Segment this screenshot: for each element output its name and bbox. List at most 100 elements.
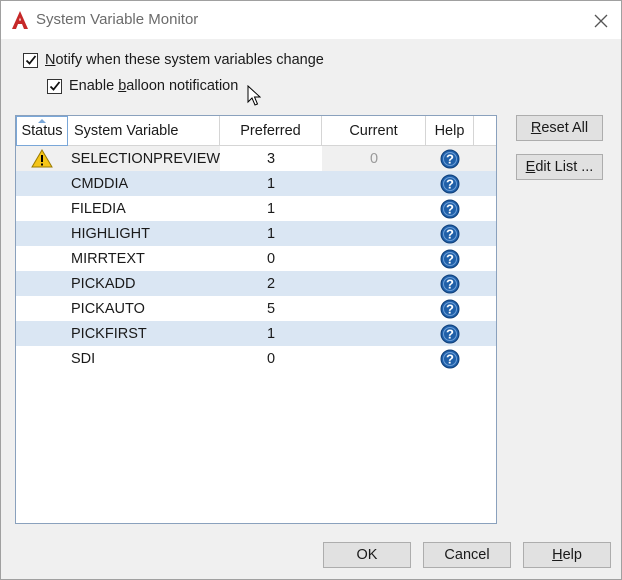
help-cell[interactable]: ? — [426, 221, 474, 246]
close-button[interactable] — [589, 9, 613, 33]
table-row[interactable]: MIRRTEXT 0 ? — [16, 246, 496, 271]
help-icon[interactable]: ? — [440, 249, 460, 269]
mouse-cursor-icon — [247, 85, 261, 106]
column-header-current[interactable]: Current — [322, 116, 426, 146]
help-cell[interactable]: ? — [426, 296, 474, 321]
autocad-app-icon — [12, 11, 28, 29]
svg-text:?: ? — [446, 351, 454, 366]
current-value — [322, 221, 426, 246]
variable-name: SDI — [71, 350, 96, 367]
svg-text:?: ? — [446, 251, 454, 266]
notify-option[interactable]: Notify when these system variables chang… — [23, 52, 324, 68]
table-body: SELECTIONPREVIEW 3 0 ? CMDDIA 1 ? FILEDI… — [16, 146, 496, 371]
svg-text:?: ? — [446, 201, 454, 216]
help-cell[interactable]: ? — [426, 246, 474, 271]
table-row[interactable]: PICKAUTO 5 ? — [16, 296, 496, 321]
current-value — [322, 246, 426, 271]
variable-name: MIRRTEXT — [71, 250, 145, 267]
table-row[interactable]: SDI 0 ? — [16, 346, 496, 371]
system-variable-table[interactable]: Status System Variable Preferred Current… — [15, 115, 497, 524]
column-header-system-variable[interactable]: System Variable — [68, 116, 220, 146]
help-icon[interactable]: ? — [440, 199, 460, 219]
edit-list-button[interactable]: Edit List ... — [516, 154, 603, 180]
help-cell[interactable]: ? — [426, 346, 474, 371]
variable-name: HIGHLIGHT — [71, 225, 150, 242]
reset-all-button[interactable]: Reset All — [516, 115, 603, 141]
column-header-help[interactable]: Help — [426, 116, 474, 146]
close-icon — [594, 14, 608, 28]
preferred-value[interactable]: 1 — [220, 221, 322, 246]
balloon-option[interactable]: Enable balloon notification — [47, 78, 238, 94]
status-cell — [16, 296, 68, 321]
status-cell — [16, 271, 68, 296]
sort-ascending-icon — [38, 119, 46, 123]
variable-name: FILEDIA — [71, 200, 126, 217]
status-cell — [16, 146, 68, 171]
help-icon[interactable]: ? — [440, 349, 460, 369]
help-icon[interactable]: ? — [440, 149, 460, 169]
status-cell — [16, 346, 68, 371]
svg-text:?: ? — [446, 176, 454, 191]
status-cell — [16, 196, 68, 221]
variable-name: PICKADD — [71, 275, 136, 292]
svg-text:?: ? — [446, 151, 454, 166]
help-cell[interactable]: ? — [426, 171, 474, 196]
current-value — [322, 296, 426, 321]
ok-button[interactable]: OK — [323, 542, 411, 568]
current-value — [322, 321, 426, 346]
variable-name: CMDDIA — [71, 175, 129, 192]
checkmark-icon — [25, 55, 36, 65]
cancel-button[interactable]: Cancel — [423, 542, 511, 568]
current-value — [322, 346, 426, 371]
svg-text:?: ? — [446, 226, 454, 241]
table-row[interactable]: PICKADD 2 ? — [16, 271, 496, 296]
preferred-value[interactable]: 1 — [220, 196, 322, 221]
status-cell — [16, 171, 68, 196]
notify-checkbox[interactable] — [23, 52, 38, 68]
help-cell[interactable]: ? — [426, 196, 474, 221]
current-value: 0 — [322, 146, 426, 171]
system-variable-monitor-dialog: System Variable Monitor Notify when thes… — [0, 0, 622, 580]
preferred-value[interactable]: 1 — [220, 171, 322, 196]
checkmark-icon — [49, 81, 60, 91]
table-row[interactable]: SELECTIONPREVIEW 3 0 ? — [16, 146, 496, 171]
help-cell[interactable]: ? — [426, 271, 474, 296]
help-icon[interactable]: ? — [440, 224, 460, 244]
title-bar: System Variable Monitor — [1, 1, 621, 39]
column-header-preferred[interactable]: Preferred — [220, 116, 322, 146]
variable-name: PICKAUTO — [71, 300, 145, 317]
help-icon[interactable]: ? — [440, 299, 460, 319]
window-title: System Variable Monitor — [36, 11, 199, 28]
variable-name: PICKFIRST — [71, 325, 147, 342]
preferred-value[interactable]: 5 — [220, 296, 322, 321]
help-icon[interactable]: ? — [440, 174, 460, 194]
balloon-checkbox[interactable] — [47, 78, 62, 94]
current-value — [322, 196, 426, 221]
help-icon[interactable]: ? — [440, 324, 460, 344]
preferred-value[interactable]: 2 — [220, 271, 322, 296]
help-button[interactable]: Help — [523, 542, 611, 568]
preferred-value[interactable]: 0 — [220, 346, 322, 371]
status-cell — [16, 321, 68, 346]
svg-text:?: ? — [446, 326, 454, 341]
help-icon[interactable]: ? — [440, 274, 460, 294]
current-value — [322, 171, 426, 196]
help-cell[interactable]: ? — [426, 321, 474, 346]
table-row[interactable]: PICKFIRST 1 ? — [16, 321, 496, 346]
table-row[interactable]: FILEDIA 1 ? — [16, 196, 496, 221]
help-cell[interactable]: ? — [426, 146, 474, 171]
current-value — [322, 271, 426, 296]
table-header: Status System Variable Preferred Current… — [16, 116, 496, 146]
status-cell — [16, 221, 68, 246]
balloon-label: Enable balloon notification — [69, 78, 239, 94]
preferred-value[interactable]: 3 — [220, 146, 322, 171]
svg-text:?: ? — [446, 301, 454, 316]
table-row[interactable]: HIGHLIGHT 1 ? — [16, 221, 496, 246]
column-header-status[interactable]: Status — [16, 116, 68, 146]
svg-text:?: ? — [446, 276, 454, 291]
variable-name: SELECTIONPREVIEW — [71, 150, 221, 167]
preferred-value[interactable]: 1 — [220, 321, 322, 346]
warning-icon — [31, 149, 53, 168]
table-row[interactable]: CMDDIA 1 ? — [16, 171, 496, 196]
preferred-value[interactable]: 0 — [220, 246, 322, 271]
